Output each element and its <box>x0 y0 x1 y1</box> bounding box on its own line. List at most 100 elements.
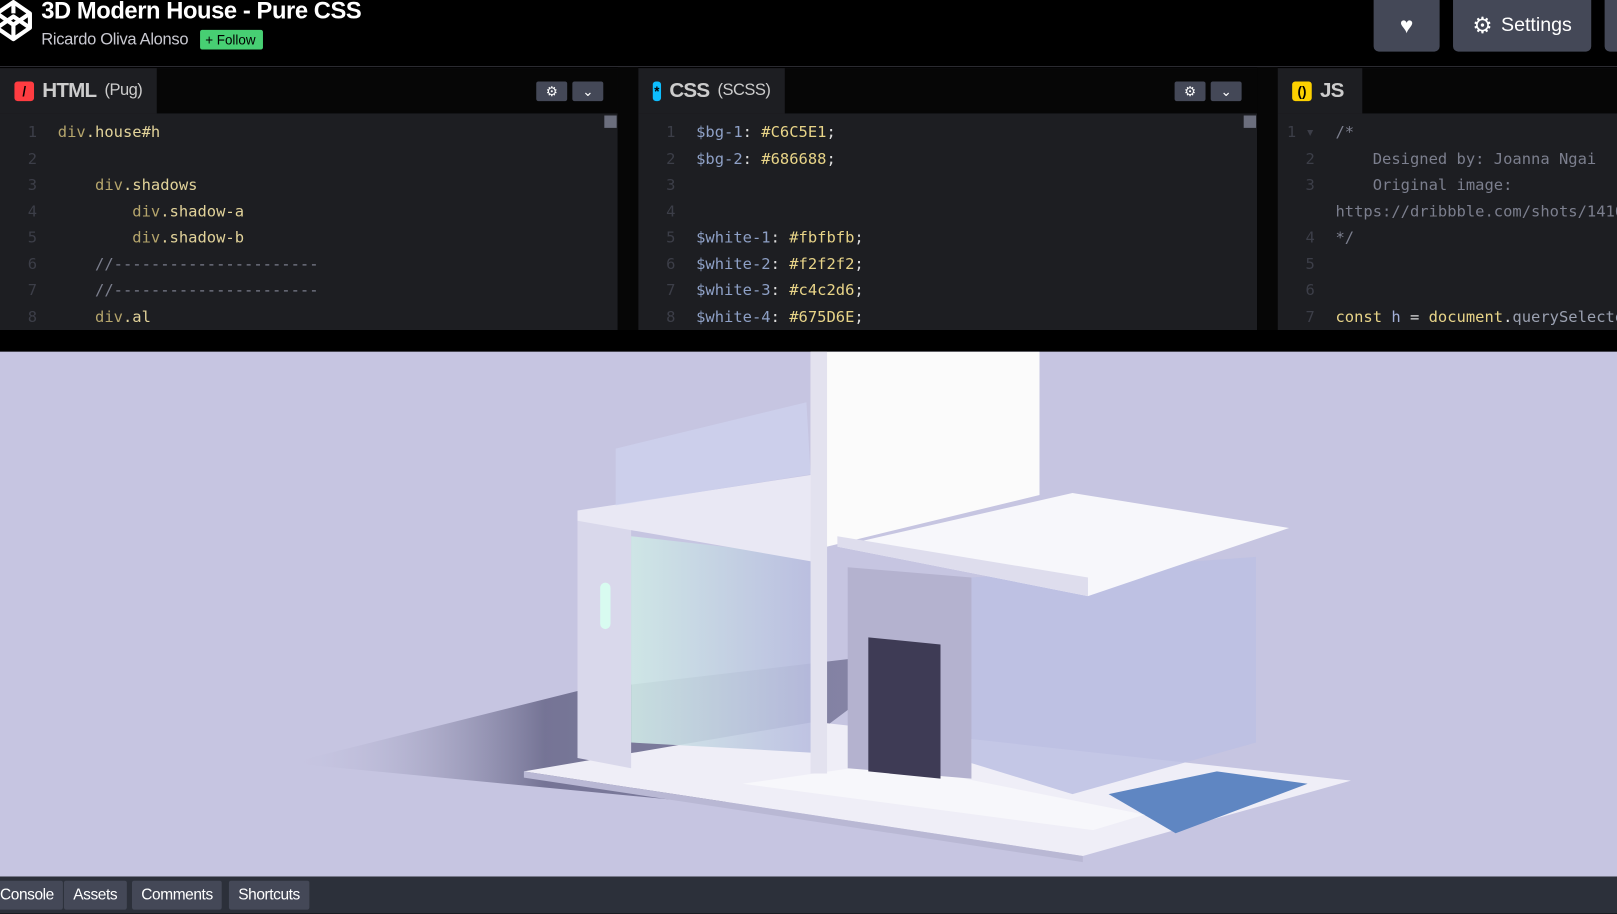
code-line[interactable]: 2 <box>0 146 618 172</box>
code-token: = <box>1409 306 1429 326</box>
code-line[interactable]: 7 //---------------------- <box>0 277 618 303</box>
code-token: div <box>57 201 161 221</box>
code-token: #686688 <box>761 149 827 168</box>
code-token: . <box>1503 306 1513 326</box>
codepen-logo-icon[interactable] <box>0 0 33 43</box>
code-token: document <box>1428 306 1504 326</box>
scrollbar[interactable] <box>604 115 617 128</box>
tab-lang: JS <box>1320 78 1344 102</box>
line-number: 5 <box>666 227 676 247</box>
code-line[interactable]: 3 <box>638 172 1257 198</box>
header-button-partial[interactable] <box>1604 0 1617 52</box>
code-token: .shadow-a <box>160 201 245 221</box>
tab-css[interactable]: * CSS (SCSS) <box>638 68 785 114</box>
assets-button[interactable]: Assets <box>63 880 127 910</box>
line-number: 6 <box>666 254 676 273</box>
code-line[interactable]: 2 Designed by: Joanna Ngai <box>1278 146 1617 172</box>
line-number: 4 <box>1305 227 1315 247</box>
tab-html[interactable]: / HTML (Pug) <box>0 68 157 114</box>
line-number: 4 <box>27 201 38 221</box>
author-name[interactable]: Ricardo Oliva Alonso <box>41 31 188 50</box>
line-number: 2 <box>27 149 38 168</box>
line-number: 3 <box>27 175 38 194</box>
preview-resizer[interactable] <box>0 330 1617 352</box>
line-number: 6 <box>1305 280 1315 300</box>
settings-button[interactable]: ⚙ Settings <box>1453 0 1592 52</box>
code-token: #fbfbfb <box>789 227 855 247</box>
code-token: https://dribbble.com/shots/1410 <box>1335 201 1617 221</box>
gear-icon: ⚙ <box>545 83 558 99</box>
code-line[interactable]: 2 $bg-2: #686688; <box>638 146 1257 172</box>
css-collapse-button[interactable]: ⌄ <box>1210 81 1242 102</box>
js-tabbar: () JS <box>1277 68 1617 114</box>
code-line[interactable]: 8 $white-4: #675D6E; <box>638 304 1257 330</box>
settings-label: Settings <box>1501 14 1572 37</box>
html-editor[interactable]: / HTML (Pug) ⚙ ⌄ 1 div.house#h 2 3 div.shad… <box>0 68 618 332</box>
follow-button[interactable]: + Follow <box>200 29 263 50</box>
tab-lang: HTML <box>42 78 97 102</box>
line-number: 2 <box>666 149 676 168</box>
like-button[interactable]: ♥ <box>1373 0 1440 52</box>
code-token: : <box>742 122 762 142</box>
line-number: 4 <box>666 201 676 221</box>
code-token: #C6C5E1 <box>761 122 827 142</box>
code-line[interactable]: https://dribbble.com/shots/1410 <box>1278 199 1617 225</box>
line-number: 6 <box>27 254 38 273</box>
code-line[interactable]: 5 div.shadow-b <box>0 225 618 251</box>
code-line[interactable]: 3 div.shadows <box>0 172 618 198</box>
code-token: div <box>57 306 123 326</box>
code-line[interactable]: 7 $white-3: #c4c2d6; <box>638 277 1257 303</box>
code-token: ; <box>826 122 836 142</box>
line-number: 7 <box>666 280 676 300</box>
code-line[interactable]: 6 <box>1278 277 1617 303</box>
html-collapse-button[interactable]: ⌄ <box>572 81 604 102</box>
code-line[interactable]: 8 div.al <box>0 304 618 330</box>
code-line[interactable]: 1 div.house#h <box>0 120 618 146</box>
line-number: 1 <box>27 122 38 142</box>
preview-pane[interactable] <box>0 351 1617 877</box>
line-number: 2 <box>1305 149 1315 168</box>
code-line[interactable]: 4 */ <box>1278 225 1617 251</box>
code-token: #c4c2d6 <box>789 280 855 300</box>
html-settings-button[interactable]: ⚙ <box>536 81 568 102</box>
code-line[interactable]: 6 $white-2: #f2f2f2; <box>638 251 1257 277</box>
code-line[interactable]: 4 <box>638 199 1257 225</box>
code-line[interactable]: 1 $bg-1: #C6C5E1; <box>638 120 1257 146</box>
code-line[interactable]: 4 div.shadow-a <box>0 199 618 225</box>
plus-icon: + <box>205 31 217 48</box>
console-button[interactable]: Console <box>0 880 64 910</box>
shortcuts-button[interactable]: Shortcuts <box>228 880 310 910</box>
css-editor[interactable]: * CSS (SCSS) ⚙ ⌄ 1 $bg-1: #C6C5E1; 2 $bg-2:… <box>638 68 1258 332</box>
line-number: 5 <box>27 227 38 247</box>
tab-lang: CSS <box>669 78 710 102</box>
js-editor[interactable]: () JS 1 ▾/* 2 Designed by: Joanna Ngai 3 O… <box>1277 68 1617 332</box>
line-number: 5 <box>1305 254 1315 273</box>
code-token: .shadows <box>122 175 198 194</box>
tab-js[interactable]: () JS <box>1277 68 1363 114</box>
scrollbar[interactable] <box>1243 115 1257 128</box>
code-line[interactable]: 7 const h = document.querySelector <box>1278 304 1617 330</box>
code-area[interactable]: 1 $bg-1: #C6C5E1; 2 $bg-2: #686688; 3 4 5 $whit… <box>638 120 1257 330</box>
code-token: //---------------------- <box>57 254 319 273</box>
pane-resizer[interactable] <box>617 67 639 332</box>
code-token: const <box>1335 306 1383 326</box>
comments-button[interactable]: Comments <box>132 880 223 910</box>
line-number: 3 <box>1305 175 1315 194</box>
code-area[interactable]: 1 ▾/* 2 Designed by: Joanna Ngai 3 Origina… <box>1278 120 1617 330</box>
code-line[interactable]: 3 Original image: <box>1278 172 1617 198</box>
code-token: $white-3 <box>696 280 771 300</box>
code-line[interactable]: 5 $white-1: #fbfbfb; <box>638 225 1257 251</box>
code-token: ; <box>854 306 864 326</box>
code-line[interactable]: 5 <box>1278 251 1617 277</box>
code-token: div <box>57 175 123 194</box>
code-line[interactable]: 1 ▾ /* <box>1278 120 1617 146</box>
code-token: .shadow-b <box>160 227 245 247</box>
pane-resizer[interactable] <box>1257 67 1278 332</box>
code-token: /* <box>1335 122 1355 142</box>
css-settings-button[interactable]: ⚙ <box>1174 81 1206 102</box>
code-token: : <box>770 227 790 247</box>
code-line[interactable]: 6 //---------------------- <box>0 251 618 277</box>
left-room-glass <box>631 536 815 753</box>
line-number: 3 <box>666 175 676 194</box>
code-area[interactable]: 1 div.house#h 2 3 div.shadows 4 div.shadow-a… <box>0 120 618 330</box>
